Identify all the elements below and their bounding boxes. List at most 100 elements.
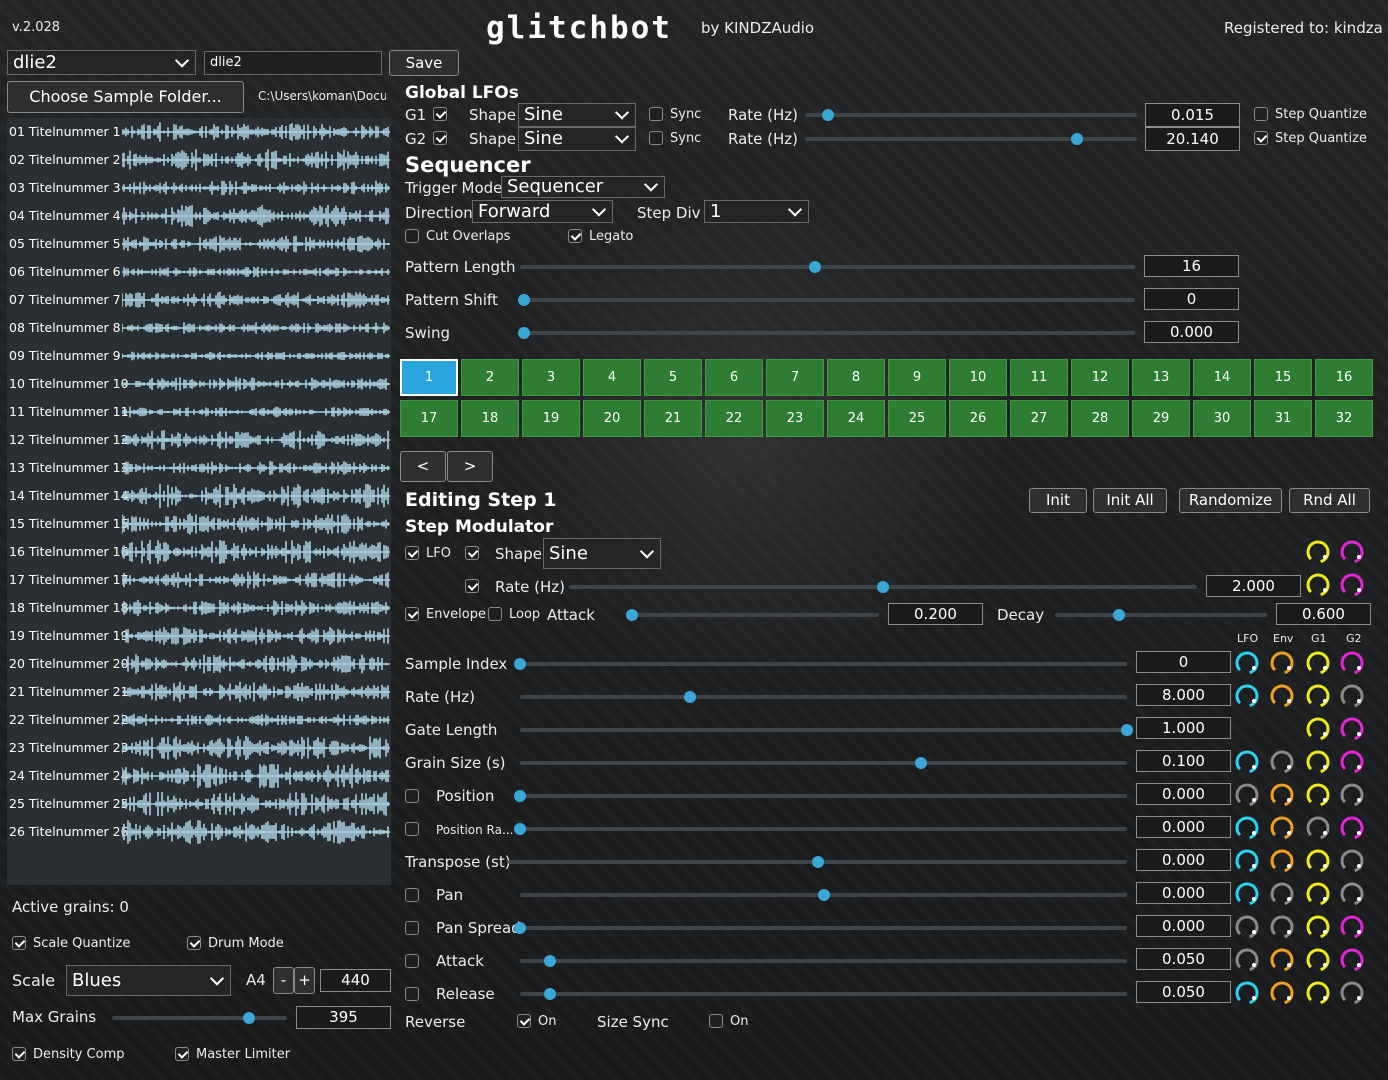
transpose-st-value[interactable]: 0.000 <box>1136 849 1231 871</box>
preset-dropdown[interactable]: dlie2 <box>7 50 196 75</box>
position-ra-g2-mod-knob[interactable] <box>1339 815 1365 841</box>
step-button-23[interactable]: 23 <box>766 400 824 437</box>
scale-dropdown[interactable]: Blues <box>66 965 231 996</box>
g2-rate-value[interactable]: 20.140 <box>1145 127 1240 151</box>
position-ra-value[interactable]: 0.000 <box>1136 816 1231 838</box>
rate-hz-env-mod-knob[interactable] <box>1269 683 1295 709</box>
sample-index-g1-mod-knob[interactable] <box>1305 650 1331 676</box>
g2-step-quantize-checkbox[interactable] <box>1254 131 1268 145</box>
pan-checkbox[interactable] <box>405 888 419 902</box>
cut-overlaps-checkbox[interactable] <box>405 229 419 243</box>
position-g1-mod-knob[interactable] <box>1305 782 1331 808</box>
step-button-31[interactable]: 31 <box>1254 400 1312 437</box>
step-button-1[interactable]: 1 <box>400 359 458 396</box>
sample-list[interactable]: 01 Titelnummer 1 02 Titelnummer 2 03 Titel… <box>7 118 391 885</box>
a4-value-input[interactable]: 440 <box>320 969 391 992</box>
envelope-checkbox[interactable] <box>405 607 419 621</box>
transpose-st-slider[interactable] <box>508 856 1127 868</box>
sample-row[interactable]: 02 Titelnummer 2 <box>7 146 391 174</box>
step-shape-checkbox[interactable] <box>465 546 479 560</box>
slider-knob[interactable] <box>1121 724 1133 736</box>
swing-slider[interactable] <box>518 327 1135 339</box>
sample-row[interactable]: 01 Titelnummer 1 <box>7 118 391 146</box>
scale-quantize-checkbox[interactable] <box>12 936 26 950</box>
sample-row[interactable]: 19 Titelnummer 19 <box>7 622 391 650</box>
step-button-15[interactable]: 15 <box>1254 359 1312 396</box>
transpose-st-g1-mod-knob[interactable] <box>1305 848 1331 874</box>
transpose-st-lfo-mod-knob[interactable] <box>1234 848 1260 874</box>
attack-lfo-mod-knob[interactable] <box>1234 947 1260 973</box>
step-div-dropdown[interactable]: 1 <box>704 200 809 223</box>
rate-hz-value[interactable]: 8.000 <box>1136 684 1231 706</box>
release-lfo-mod-knob[interactable] <box>1234 980 1260 1006</box>
trigger-mode-dropdown[interactable]: Sequencer <box>501 176 665 198</box>
pan-spread-checkbox[interactable] <box>405 921 419 935</box>
pan-spread-value[interactable]: 0.000 <box>1136 915 1231 937</box>
pattern-length-slider[interactable] <box>520 261 1135 273</box>
release-slider[interactable] <box>520 988 1127 1000</box>
g1-shape-dropdown[interactable]: Sine <box>518 103 636 127</box>
g1-rate-value[interactable]: 0.015 <box>1145 103 1240 127</box>
attack-g1-mod-knob[interactable] <box>1305 947 1331 973</box>
step-button-6[interactable]: 6 <box>705 359 763 396</box>
slider-knob[interactable] <box>514 823 526 835</box>
slider-knob[interactable] <box>514 658 526 670</box>
sample-row[interactable]: 07 Titelnummer 7 <box>7 286 391 314</box>
slider-knob[interactable] <box>914 757 927 769</box>
attack-slider[interactable] <box>520 955 1127 967</box>
step-button-25[interactable]: 25 <box>888 400 946 437</box>
release-g1-mod-knob[interactable] <box>1305 980 1331 1006</box>
step-button-30[interactable]: 30 <box>1193 400 1251 437</box>
pattern-length-value[interactable]: 16 <box>1144 255 1239 277</box>
attack-env-mod-knob[interactable] <box>1269 947 1295 973</box>
position-ra-g1-mod-knob[interactable] <box>1305 815 1331 841</box>
attack-g2-mod-knob[interactable] <box>1339 947 1365 973</box>
sample-row[interactable]: 03 Titelnummer 3 <box>7 174 391 202</box>
max-grains-value[interactable]: 395 <box>296 1006 391 1029</box>
pan-spread-lfo-mod-knob[interactable] <box>1234 914 1260 940</box>
size-sync-checkbox[interactable] <box>709 1014 723 1028</box>
init-all-button[interactable]: Init All <box>1093 488 1167 513</box>
slider-knob[interactable] <box>817 889 830 901</box>
step-button-12[interactable]: 12 <box>1071 359 1129 396</box>
position-ra-env-mod-knob[interactable] <box>1269 815 1295 841</box>
sample-row[interactable]: 18 Titelnummer 18 <box>7 594 391 622</box>
sample-row[interactable]: 10 Titelnummer 10 <box>7 370 391 398</box>
sample-row[interactable]: 20 Titelnummer 20 <box>7 650 391 678</box>
sample-row[interactable]: 24 Titelnummer 24 <box>7 762 391 790</box>
position-ra-checkbox[interactable] <box>405 822 419 836</box>
sample-row[interactable]: 14 Titelnummer 14 <box>7 482 391 510</box>
g2-rate-slider[interactable] <box>805 133 1137 145</box>
sample-index-g2-mod-knob[interactable] <box>1339 650 1365 676</box>
sample-index-value[interactable]: 0 <box>1136 651 1231 673</box>
env-decay-value[interactable]: 0.600 <box>1276 603 1371 625</box>
grain-size-s-g1-mod-knob[interactable] <box>1305 749 1331 775</box>
step-shape-g2-mod-knob[interactable] <box>1339 539 1365 565</box>
pan-slider[interactable] <box>520 889 1127 901</box>
grain-size-s-value[interactable]: 0.100 <box>1136 750 1231 772</box>
step-button-13[interactable]: 13 <box>1132 359 1190 396</box>
legato-checkbox[interactable] <box>568 229 582 243</box>
g1-enable-checkbox[interactable] <box>433 107 447 121</box>
pan-spread-env-mod-knob[interactable] <box>1269 914 1295 940</box>
swing-value[interactable]: 0.000 <box>1144 321 1239 343</box>
pan-env-mod-knob[interactable] <box>1269 881 1295 907</box>
step-button-32[interactable]: 32 <box>1315 400 1373 437</box>
g2-sync-checkbox[interactable] <box>649 131 663 145</box>
loop-checkbox[interactable] <box>488 607 502 621</box>
next-page-button[interactable]: > <box>447 451 493 482</box>
sample-row[interactable]: 13 Titelnummer 13 <box>7 454 391 482</box>
pattern-shift-slider[interactable] <box>518 294 1135 306</box>
grain-size-s-env-mod-knob[interactable] <box>1269 749 1295 775</box>
sample-row[interactable]: 11 Titelnummer 11 <box>7 398 391 426</box>
pan-spread-g1-mod-knob[interactable] <box>1305 914 1331 940</box>
gate-length-g1-mod-knob[interactable] <box>1305 716 1331 742</box>
slider-knob[interactable] <box>683 691 696 703</box>
step-button-8[interactable]: 8 <box>827 359 885 396</box>
sample-row[interactable]: 08 Titelnummer 8 <box>7 314 391 342</box>
sample-index-slider[interactable] <box>514 658 1127 670</box>
gate-length-slider[interactable] <box>520 724 1133 736</box>
step-button-20[interactable]: 20 <box>583 400 641 437</box>
position-g2-mod-knob[interactable] <box>1339 782 1365 808</box>
step-shape-dropdown[interactable]: Sine <box>543 538 661 569</box>
